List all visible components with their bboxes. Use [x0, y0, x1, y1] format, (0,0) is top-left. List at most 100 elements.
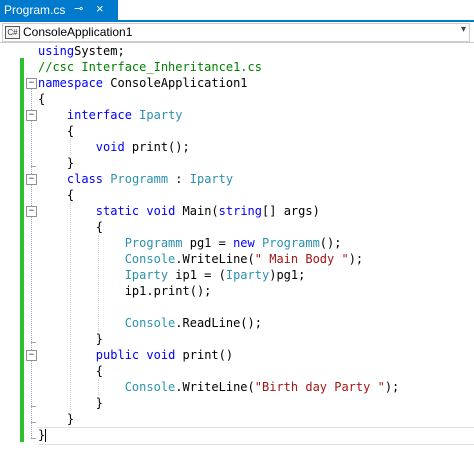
outline-line-print: [31, 359, 33, 406]
outline-end-interface: [31, 166, 36, 167]
code-line[interactable]: }: [38, 155, 399, 171]
csharp-project-icon: C#: [5, 26, 20, 39]
code-token: print(): [175, 348, 234, 362]
code-line[interactable]: //csc Interface_Inheritance1.cs: [38, 59, 399, 75]
navigation-bar: C# ConsoleApplication1 ▾: [0, 22, 474, 43]
code-token: }: [38, 156, 75, 170]
code-line[interactable]: {: [38, 219, 399, 235]
code-token: ip1.print();: [38, 284, 212, 298]
code-line[interactable]: public void print(): [38, 347, 399, 363]
code-token: " Main Body ": [254, 252, 349, 266]
project-dropdown[interactable]: C# ConsoleApplication1 ▾: [2, 23, 470, 42]
code-line[interactable]: {: [38, 91, 399, 107]
code-line[interactable]: interface Iparty: [38, 107, 399, 123]
code-line[interactable]: [38, 299, 399, 315]
code-token: [] args): [262, 204, 320, 218]
chevron-down-icon[interactable]: ▾: [461, 24, 466, 35]
code-text[interactable]: usingSystem;//csc Interface_Inheritance1…: [38, 43, 399, 443]
code-token: Main(: [175, 204, 219, 218]
code-line[interactable]: {: [38, 123, 399, 139]
code-token: .ReadLine();: [175, 316, 262, 330]
code-line[interactable]: namespace ConsoleApplication1: [38, 75, 399, 91]
code-token: void: [146, 204, 176, 218]
code-token: )pg1;: [269, 268, 306, 282]
collapse-interface-icon[interactable]: −: [26, 110, 37, 121]
code-token: }: [38, 332, 104, 346]
code-line[interactable]: class Programm : Iparty: [38, 171, 399, 187]
code-token: Iparty: [124, 268, 169, 282]
code-token: namespace: [38, 76, 104, 90]
code-token: Iparty: [189, 172, 234, 186]
pin-icon[interactable]: ⊸: [74, 2, 83, 15]
collapse-print-icon[interactable]: −: [26, 350, 37, 361]
code-line[interactable]: Programm pg1 = new Programm();: [38, 235, 399, 251]
code-line[interactable]: }: [38, 331, 399, 347]
code-token: ConsoleApplication1: [103, 76, 248, 90]
code-line[interactable]: {: [38, 187, 399, 203]
code-line[interactable]: Console.ReadLine();: [38, 315, 399, 331]
code-token: Programm: [110, 172, 169, 186]
code-token: string: [218, 204, 263, 218]
project-name: ConsoleApplication1: [23, 25, 133, 39]
code-token: {: [38, 92, 46, 106]
code-line[interactable]: static void Main(string[] args): [38, 203, 399, 219]
code-line[interactable]: }: [38, 427, 399, 443]
code-token: ip1 = (: [168, 268, 226, 282]
code-token: .WriteLine(: [175, 380, 255, 394]
code-token: }: [38, 412, 75, 426]
code-line[interactable]: }: [38, 395, 399, 411]
code-line[interactable]: usingSystem;: [38, 43, 399, 59]
code-token: new: [233, 236, 255, 250]
code-token: :: [168, 172, 190, 186]
close-icon[interactable]: ×: [96, 1, 104, 16]
code-token: ();: [319, 236, 342, 250]
code-token: class: [66, 172, 104, 186]
code-token: void: [95, 140, 125, 154]
code-token: Programm: [262, 236, 320, 250]
collapse-main-icon[interactable]: −: [26, 206, 37, 217]
code-token: interface: [66, 108, 132, 122]
code-token: }: [38, 396, 104, 410]
code-token: Iparty: [139, 108, 183, 122]
tab-label: Program.cs: [4, 3, 66, 17]
collapse-class-icon[interactable]: −: [26, 174, 37, 185]
code-editor[interactable]: − − − − − usingSystem;//csc Interface_In…: [0, 43, 474, 460]
outline-line-interface: [31, 119, 33, 166]
code-token: Console: [124, 380, 176, 394]
code-token: static: [95, 204, 140, 218]
code-token: );: [384, 380, 400, 394]
outline-end-print: [31, 406, 36, 407]
code-line[interactable]: Console.WriteLine(" Main Body ");: [38, 251, 399, 267]
code-token: public: [95, 348, 140, 362]
collapse-namespace-icon[interactable]: −: [26, 78, 37, 89]
tab-program-cs[interactable]: Program.cs ⊸ ×: [0, 0, 118, 20]
code-line[interactable]: ip1.print();: [38, 283, 399, 299]
code-token: "Birth day Party ": [254, 380, 385, 394]
code-token: print();: [124, 140, 190, 154]
code-line[interactable]: }: [38, 411, 399, 427]
code-token: Iparty: [225, 268, 270, 282]
code-token: .WriteLine(: [175, 252, 255, 266]
outline-end-class: [31, 422, 36, 423]
code-line[interactable]: {: [38, 363, 399, 379]
code-token: {: [38, 220, 104, 234]
document-tab-strip: Program.cs ⊸ ×: [0, 0, 474, 22]
code-token: //csc Interface_Inheritance1.cs: [38, 60, 262, 74]
code-line[interactable]: Console.WriteLine("Birth day Party ");: [38, 379, 400, 395]
code-token: );: [348, 252, 364, 266]
change-tracking-bar: [20, 58, 24, 442]
code-token: pg1 =: [182, 236, 234, 250]
code-line[interactable]: Iparty ip1 = (Iparty)pg1;: [38, 267, 399, 283]
code-line[interactable]: void print();: [38, 139, 399, 155]
outline-line-main: [31, 215, 33, 342]
code-token: System;: [74, 44, 125, 58]
